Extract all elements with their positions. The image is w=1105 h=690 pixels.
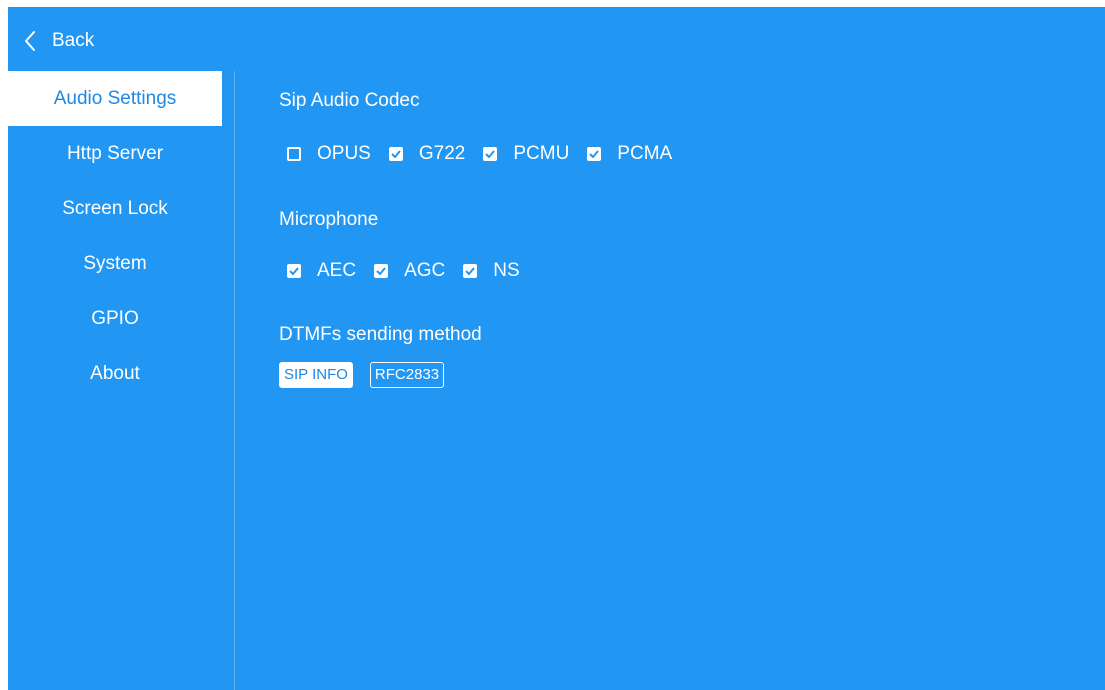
dtmf-option-sip-info[interactable]: SIP INFO — [279, 362, 353, 388]
sidebar-item-label: About — [90, 362, 140, 384]
checkbox-label: AEC — [317, 260, 357, 281]
checkbox-checked-icon — [483, 147, 498, 161]
checkbox-label: NS — [493, 260, 520, 281]
codec-checkbox-opus[interactable]: OPUS — [287, 142, 371, 166]
dtmf-section-title: DTMFs sending method — [279, 324, 482, 345]
sidebar-item-label: System — [83, 252, 147, 274]
checkbox-label: PCMA — [617, 143, 673, 164]
codec-checkbox-pcmu[interactable]: PCMU — [483, 142, 569, 166]
sidebar-item-label: Screen Lock — [62, 197, 168, 219]
checkbox-checked-icon — [463, 264, 478, 278]
checkbox-unchecked-icon — [287, 147, 301, 161]
top-bar: Back — [8, 7, 1105, 71]
sidebar-nav: Audio Settings Http Server Screen Lock S… — [8, 71, 234, 401]
sidebar-item-label: GPIO — [91, 307, 139, 329]
back-button[interactable]: Back — [24, 27, 94, 55]
sidebar-item-gpio[interactable]: GPIO — [8, 291, 222, 346]
checkbox-label: G722 — [418, 143, 466, 164]
checkbox-label: OPUS — [317, 143, 371, 164]
audio-settings-panel: Sip Audio Codec OPUS G722 PCMU PCMA Micr… — [279, 71, 1105, 690]
dtmf-option-rfc2833[interactable]: RFC2833 — [369, 362, 445, 388]
checkbox-label: AGC — [404, 260, 446, 281]
sidebar-item-about[interactable]: About — [8, 346, 222, 401]
codec-checkbox-row: OPUS G722 PCMU PCMA — [287, 142, 690, 166]
microphone-checkbox-row: AEC AGC NS — [287, 259, 538, 283]
microphone-section-title: Microphone — [279, 209, 379, 230]
checkbox-checked-icon — [587, 147, 602, 161]
codec-checkbox-g722[interactable]: G722 — [388, 142, 466, 166]
microphone-checkbox-ns[interactable]: NS — [463, 259, 520, 283]
dtmf-option-row: SIP INFO RFC2833 — [279, 362, 461, 388]
back-label: Back — [52, 30, 95, 51]
checkbox-label: PCMU — [513, 143, 570, 164]
sidebar-item-label: Audio Settings — [53, 87, 177, 109]
settings-screen: Back Audio Settings Http Server Screen L… — [8, 7, 1105, 690]
checkbox-checked-icon — [287, 264, 301, 278]
sidebar-item-screen-lock[interactable]: Screen Lock — [8, 181, 222, 236]
sidebar-item-audio-settings[interactable]: Audio Settings — [8, 71, 222, 126]
sidebar: Audio Settings Http Server Screen Lock S… — [8, 71, 235, 690]
microphone-checkbox-aec[interactable]: AEC — [287, 259, 356, 283]
chevron-left-icon — [24, 30, 36, 52]
codec-checkbox-pcma[interactable]: PCMA — [587, 142, 672, 166]
sidebar-item-label: Http Server — [66, 142, 164, 164]
sidebar-item-http-server[interactable]: Http Server — [8, 126, 222, 181]
microphone-checkbox-agc[interactable]: AGC — [374, 259, 445, 283]
sidebar-item-system[interactable]: System — [8, 236, 222, 291]
checkbox-checked-icon — [388, 147, 403, 161]
checkbox-checked-icon — [374, 264, 389, 278]
codec-section-title: Sip Audio Codec — [279, 90, 420, 111]
